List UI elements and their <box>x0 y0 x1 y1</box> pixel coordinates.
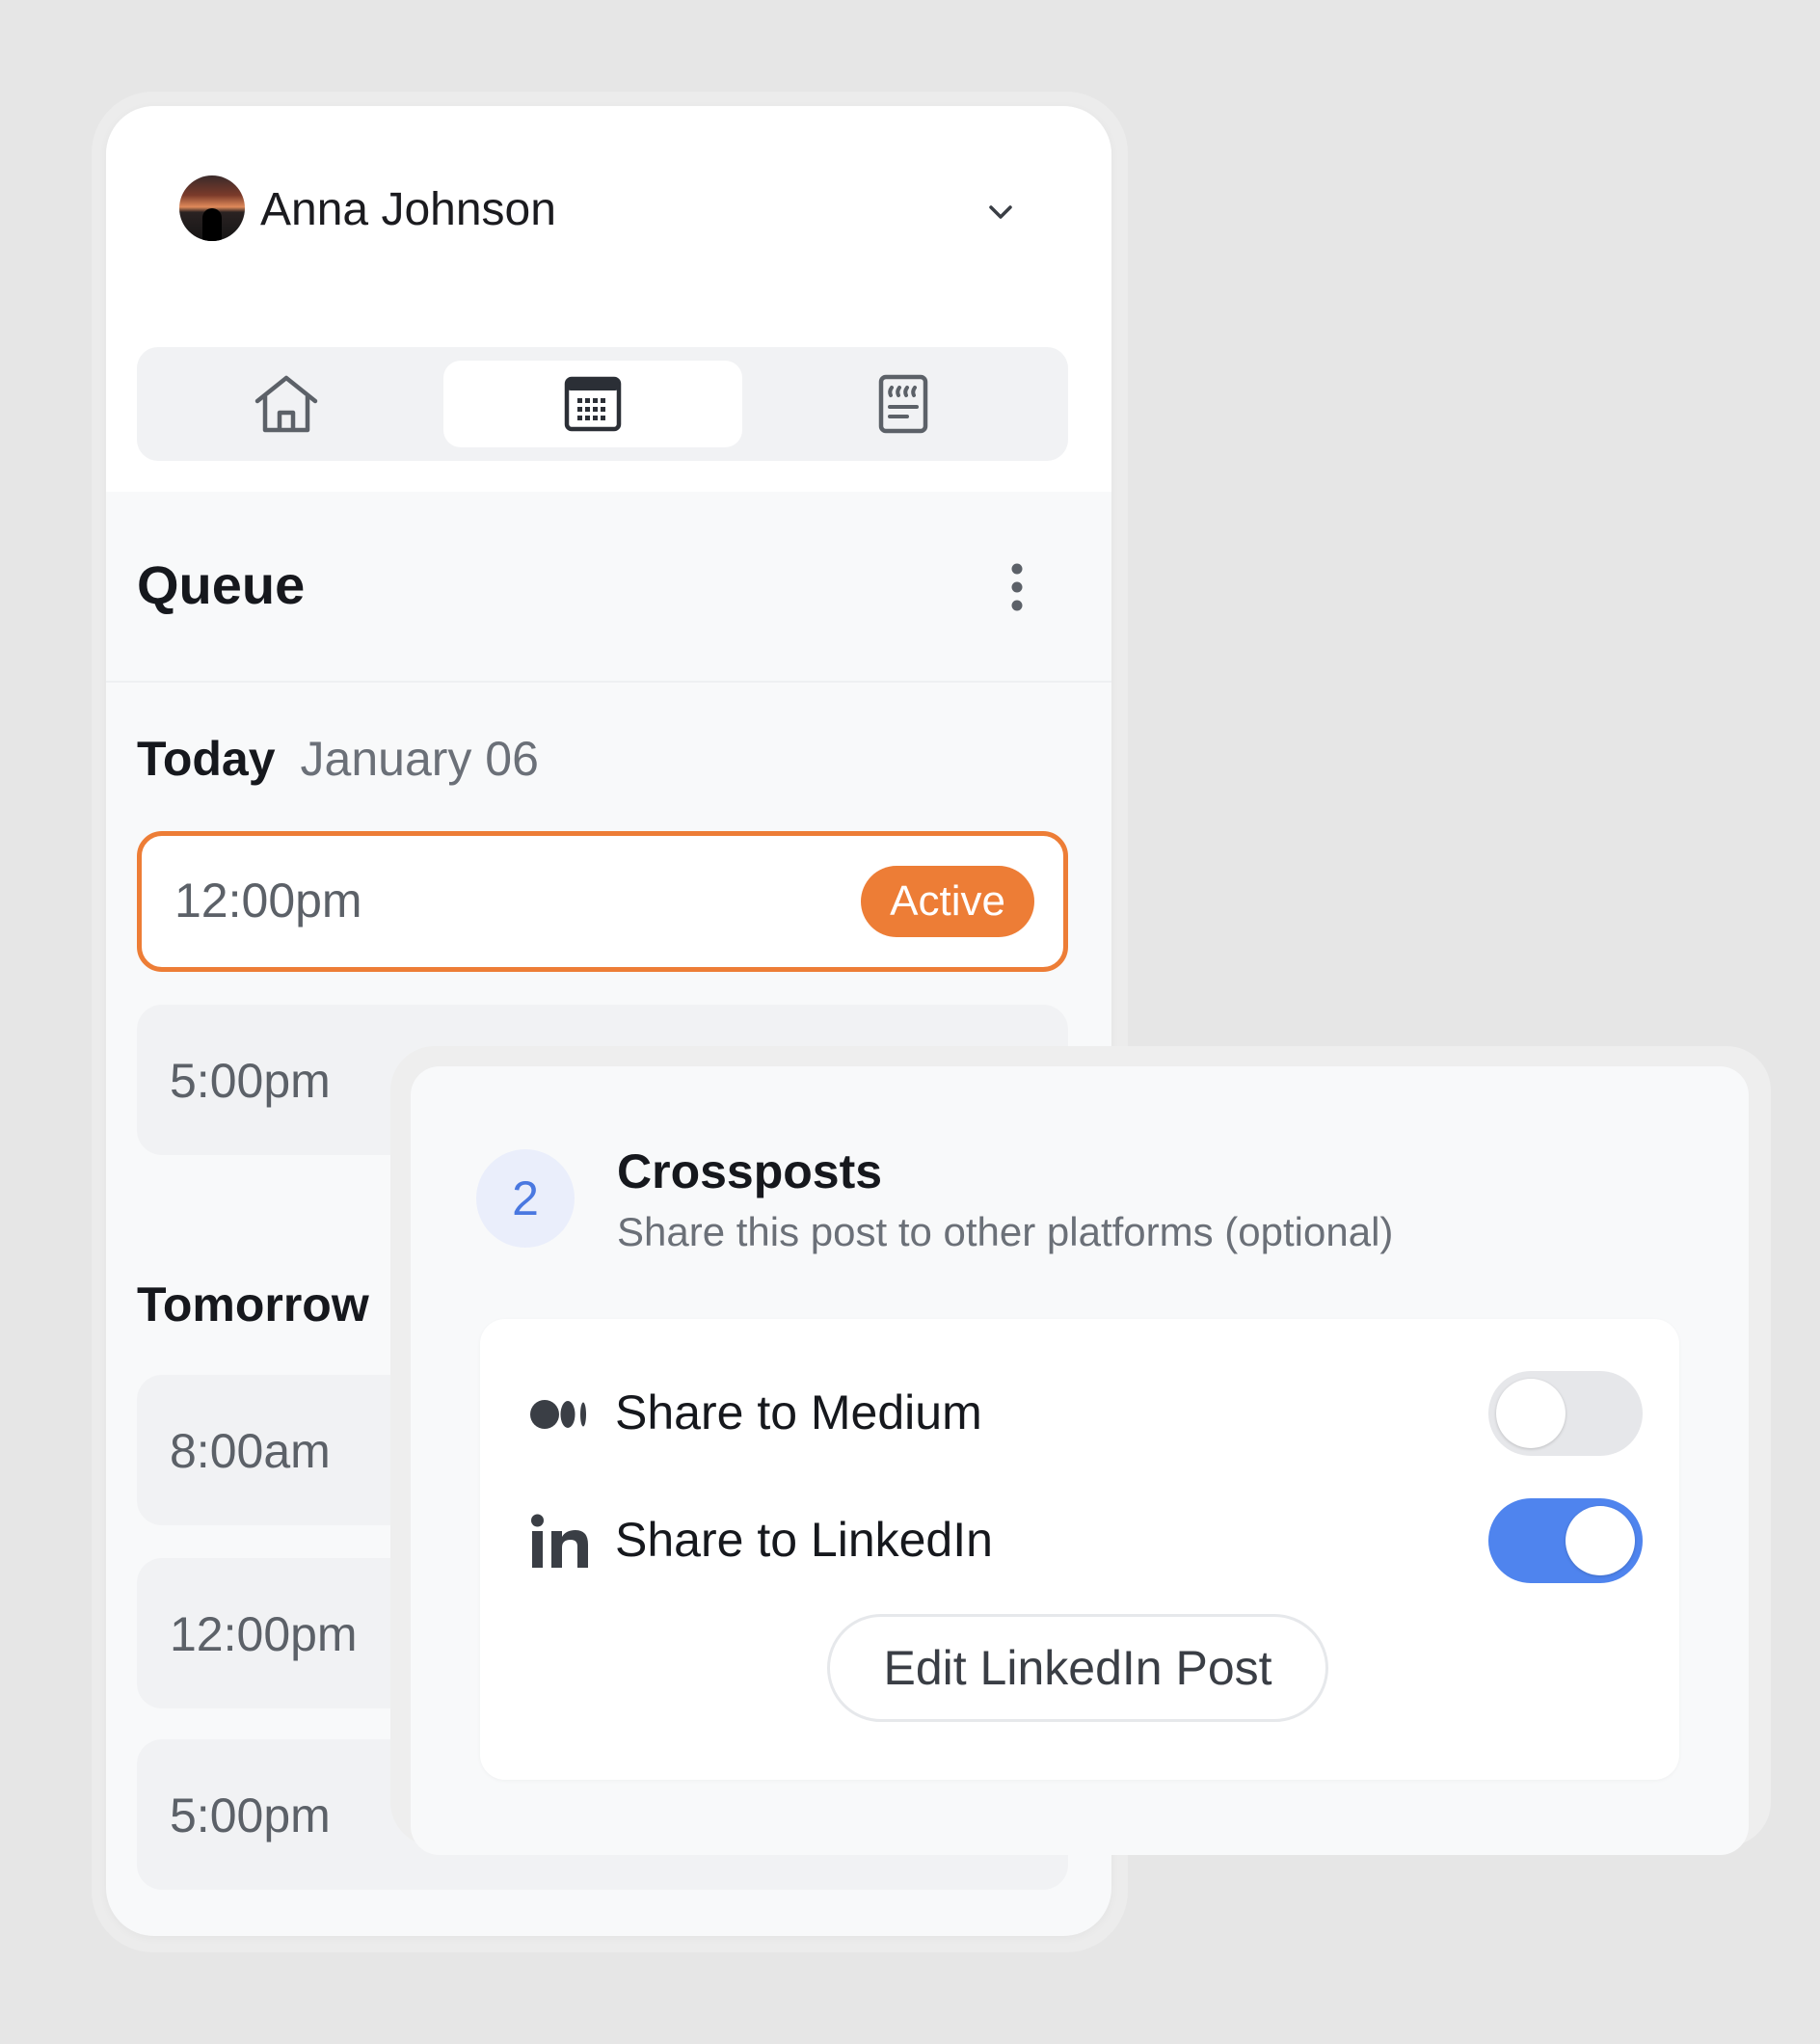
nav-tabs <box>137 347 1068 461</box>
divider <box>106 681 1111 683</box>
avatar[interactable] <box>179 175 245 241</box>
edit-linkedin-post-button[interactable]: Edit LinkedIn Post <box>827 1614 1328 1722</box>
slot-time: 5:00pm <box>170 1054 331 1108</box>
slot-time: 5:00pm <box>170 1788 331 1842</box>
slot-time: 12:00pm <box>170 1607 358 1661</box>
page-title: Queue <box>137 554 306 615</box>
option-label: Share to LinkedIn <box>615 1513 993 1567</box>
chevron-down-icon[interactable] <box>981 193 1020 231</box>
account-name[interactable]: Anna Johnson <box>260 181 556 239</box>
status-badge: Active <box>861 866 1034 937</box>
day-date: January 06 <box>300 732 539 786</box>
queue-slot-active[interactable]: 12:00pm Active <box>137 831 1068 972</box>
calendar-icon <box>564 376 622 432</box>
toggle-knob <box>1566 1506 1635 1575</box>
slot-time: 12:00pm <box>174 874 362 928</box>
quote-document-icon <box>878 374 928 434</box>
day-header-today: Today January 06 <box>137 731 539 787</box>
day-label: Tomorrow <box>137 1278 369 1331</box>
card-title: Crossposts <box>617 1144 883 1198</box>
linkedin-toggle[interactable] <box>1488 1498 1643 1583</box>
home-icon <box>252 372 321 436</box>
more-vertical-icon[interactable] <box>1003 559 1031 617</box>
linkedin-icon <box>530 1498 592 1585</box>
medium-toggle[interactable] <box>1488 1371 1643 1456</box>
option-medium: Share to Medium <box>530 1371 1643 1458</box>
step-number: 2 <box>476 1149 575 1248</box>
crossposts-card: 2 Crossposts Share this post to other pl… <box>411 1066 1749 1855</box>
medium-icon <box>530 1371 592 1458</box>
day-header-tomorrow: Tomorrow <box>137 1277 369 1332</box>
crosspost-options: Share to Medium Share to LinkedIn Edit L… <box>480 1319 1679 1780</box>
option-label: Share to Medium <box>615 1385 982 1439</box>
slot-time: 8:00am <box>170 1424 331 1478</box>
tab-quotes[interactable] <box>754 361 1053 447</box>
toggle-knob <box>1496 1379 1566 1448</box>
day-label: Today <box>137 732 276 786</box>
tab-home[interactable] <box>137 361 436 447</box>
card-subtitle: Share this post to other platforms (opti… <box>617 1209 1394 1254</box>
option-linkedin: Share to LinkedIn <box>530 1498 1643 1585</box>
tab-calendar[interactable] <box>443 361 742 447</box>
